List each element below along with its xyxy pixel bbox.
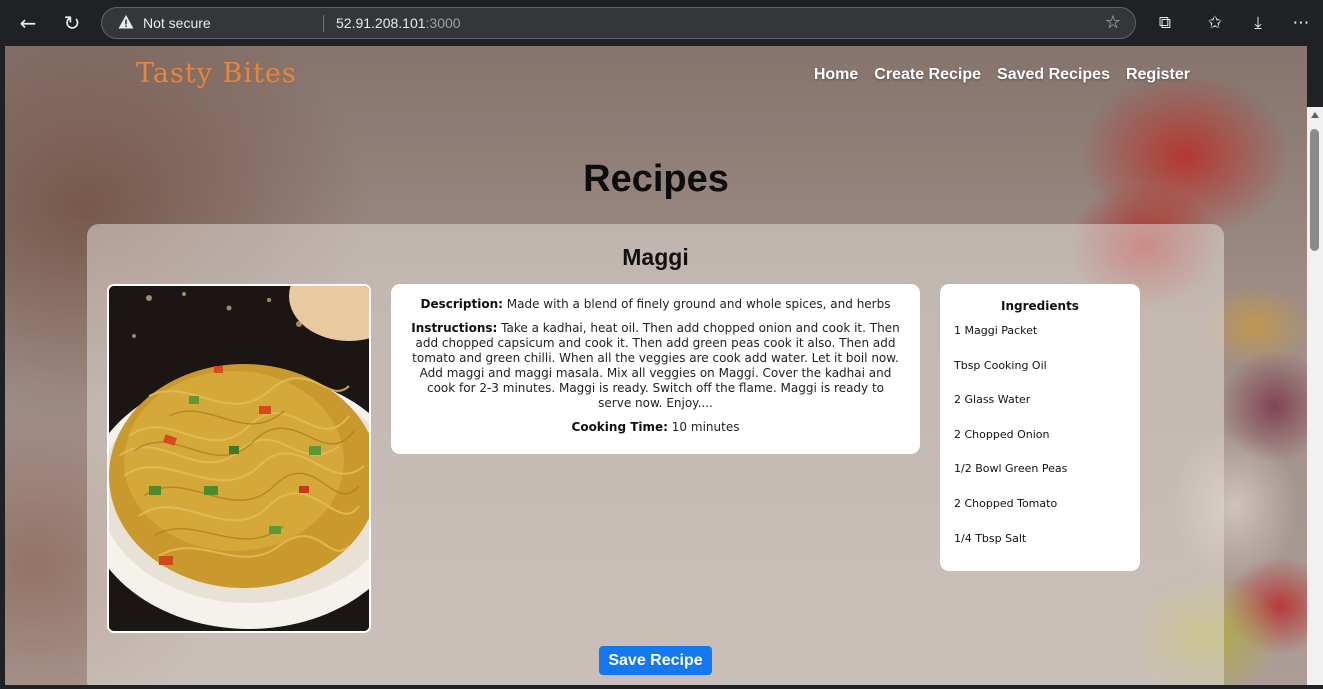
ingredients-panel: Ingredients 1 Maggi Packet Tbsp Cooking …	[940, 284, 1140, 571]
brand-logo[interactable]: Tasty Bites	[136, 58, 297, 89]
recipe-name: Maggi	[622, 244, 689, 270]
description-text: Description: Made with a blend of finely…	[420, 297, 891, 311]
ingredient-item: Tbsp Cooking Oil	[954, 358, 1047, 372]
reload-icon[interactable]: ↻	[57, 8, 87, 38]
back-arrow-icon[interactable]: ←	[13, 8, 43, 38]
ingredient-item: 2 Glass Water	[954, 393, 1031, 407]
nav-create-recipe[interactable]: Create Recipe	[874, 66, 981, 84]
nav-saved-recipes[interactable]: Saved Recipes	[997, 66, 1110, 84]
ingredient-item: 2 Chopped Onion	[954, 427, 1050, 441]
save-recipe-button[interactable]: Save Recipe	[599, 646, 712, 675]
main-nav: Home Create Recipe Saved Recipes Registe…	[814, 66, 1190, 84]
ingredient-item: 1/2 Bowl Green Peas	[954, 462, 1068, 476]
scroll-up-arrow-icon[interactable]	[1311, 112, 1319, 118]
cooking-time-text: Cooking Time: 10 minutes	[571, 420, 740, 434]
scroll-thumb[interactable]	[1310, 129, 1319, 251]
recipe-details: Description: Made with a blend of finely…	[391, 284, 920, 454]
ingredient-item: 2 Chopped Tomato	[954, 496, 1058, 510]
favorites-icon[interactable]: ✩	[1201, 9, 1229, 37]
more-menu-icon[interactable]: ⋯	[1287, 9, 1315, 37]
ingredient-item: 1 Maggi Packet	[954, 324, 1038, 337]
ingredient-item: 1/4 Tbsp Salt	[954, 531, 1027, 545]
extensions-icon[interactable]: ⧉	[1151, 9, 1179, 37]
warning-icon	[118, 15, 134, 29]
download-icon[interactable]: ⤓	[1244, 9, 1272, 37]
divider	[323, 15, 324, 32]
ingredients-list: 1 Maggi Packet Tbsp Cooking Oil 2 Glass …	[940, 323, 1140, 565]
recipe-card: Maggi Description: Made with a blend of …	[87, 224, 1224, 685]
page-viewport: Tasty Bites Home Create Recipe Saved Rec…	[5, 46, 1307, 685]
page-title: Recipes	[583, 158, 729, 200]
recipe-image	[107, 284, 371, 633]
browser-toolbar: ← ↻ Not secure 52.91.208.101:3000 ☆ ⧉ ✩ …	[0, 0, 1323, 46]
nav-home[interactable]: Home	[814, 66, 858, 84]
ingredients-title: Ingredients	[1001, 299, 1079, 313]
maggi-noodles-image	[109, 286, 369, 631]
address-bar[interactable]: Not secure 52.91.208.101:3000 ☆	[101, 7, 1136, 39]
instructions-text: Instructions: Take a kadhai, heat oil. T…	[411, 321, 900, 410]
page-scrollbar[interactable]	[1307, 107, 1323, 685]
url-text[interactable]: 52.91.208.101:3000	[336, 8, 461, 38]
nav-register[interactable]: Register	[1126, 66, 1190, 84]
bookmark-star-icon[interactable]: ☆	[1105, 12, 1121, 33]
security-label[interactable]: Not secure	[143, 8, 211, 38]
